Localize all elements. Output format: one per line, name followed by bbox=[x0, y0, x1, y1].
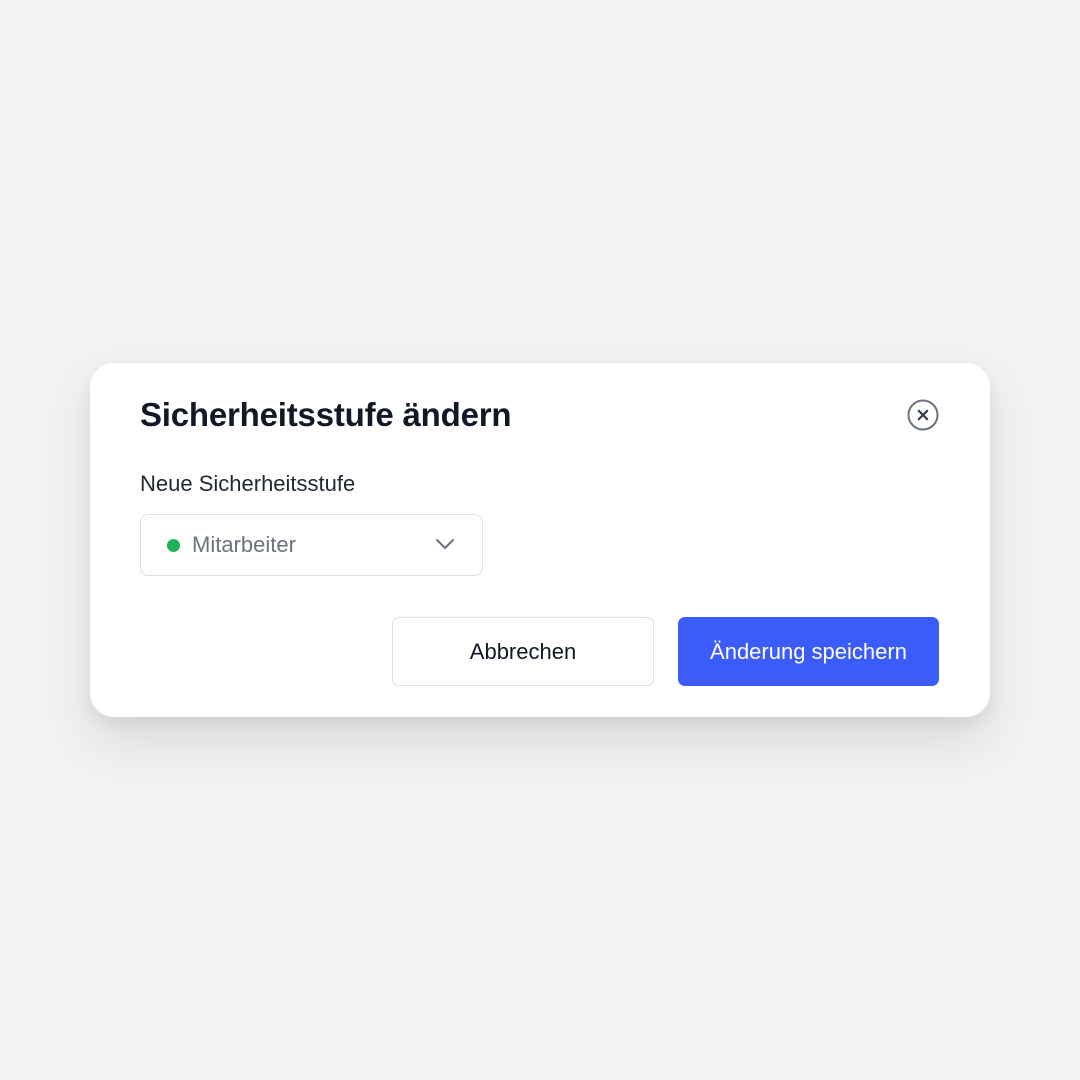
close-button[interactable] bbox=[907, 399, 939, 431]
change-security-level-dialog: Sicherheitsstufe ändern Neue Sicherheits… bbox=[90, 363, 990, 717]
selected-security-level: Mitarbeiter bbox=[192, 532, 296, 557]
cancel-button[interactable]: Abbrechen bbox=[392, 617, 654, 686]
security-level-label: Neue Sicherheitsstufe bbox=[140, 471, 356, 496]
dialog-title: Sicherheitsstufe ändern bbox=[140, 396, 512, 433]
status-dot-icon bbox=[167, 539, 180, 552]
save-changes-button[interactable]: Änderung speichern bbox=[678, 617, 939, 686]
close-circle-icon bbox=[907, 399, 939, 431]
chevron-down-icon bbox=[435, 537, 455, 551]
security-level-select[interactable]: Mitarbeiter bbox=[140, 514, 483, 576]
